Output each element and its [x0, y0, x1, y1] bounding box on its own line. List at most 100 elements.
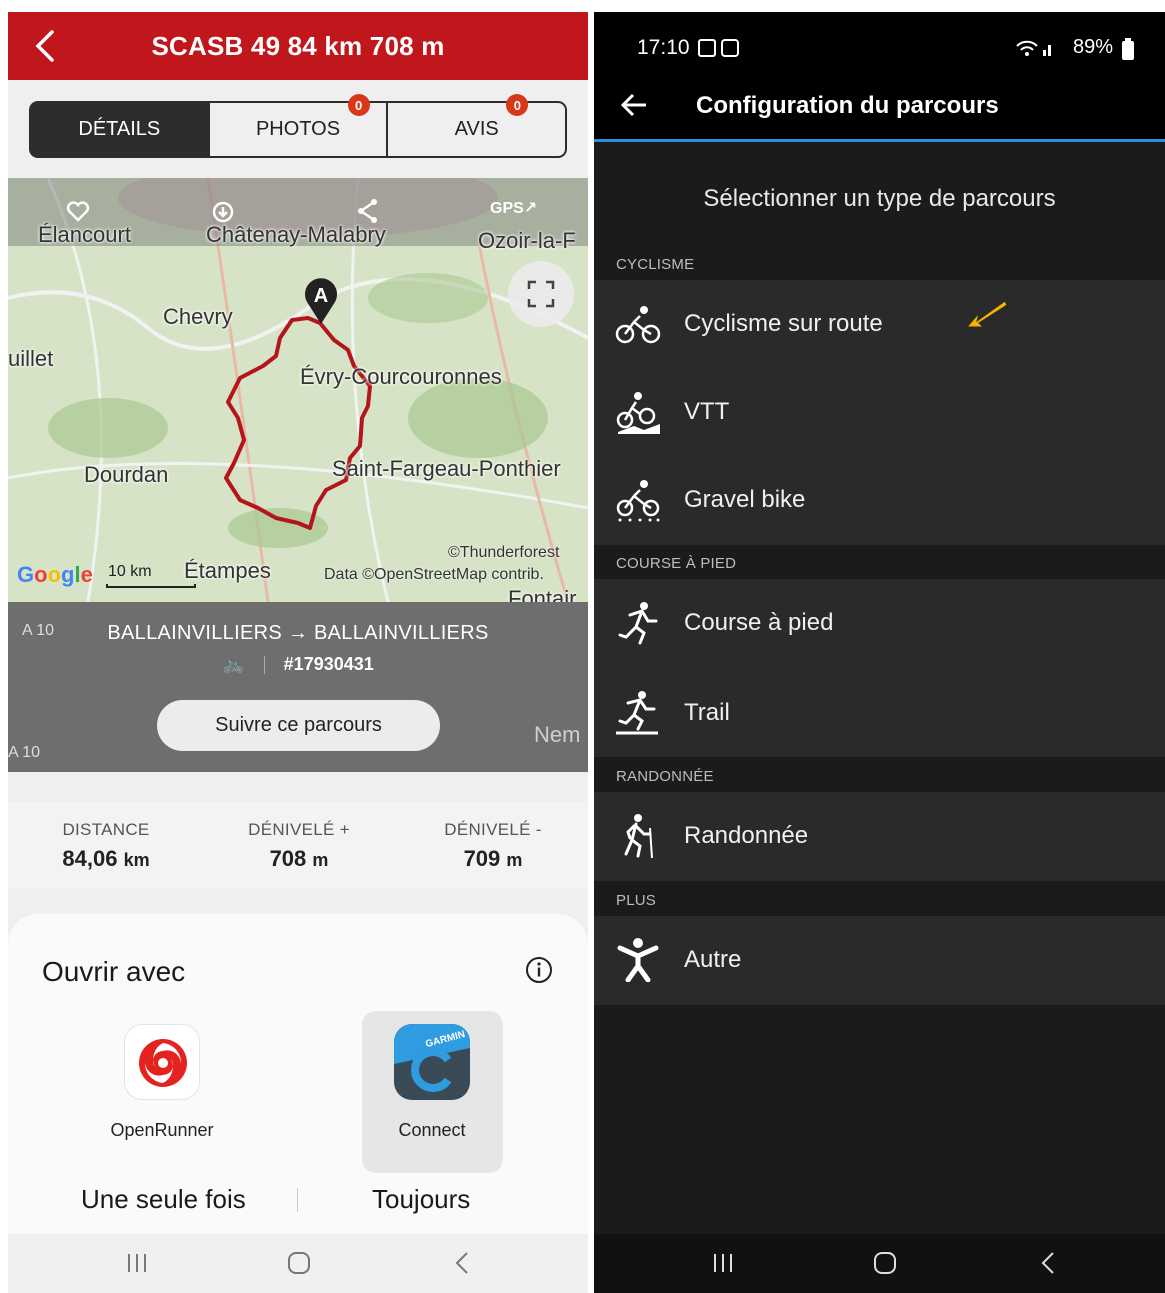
map-attribution-tiles: ©Thunderforest	[448, 544, 560, 561]
info-icon[interactable]	[525, 956, 553, 984]
home-icon[interactable]	[287, 1251, 311, 1275]
back-icon[interactable]	[1040, 1251, 1056, 1275]
start-marker-icon[interactable]: A	[303, 276, 339, 326]
recent-apps-icon[interactable]	[712, 1252, 734, 1274]
fullscreen-button[interactable]	[508, 261, 574, 327]
map-scale-bar	[106, 584, 196, 588]
choice-divider	[297, 1188, 298, 1212]
tab-photos[interactable]: PHOTOS 0	[207, 94, 387, 156]
start-marker-label: A	[314, 285, 328, 307]
always-button[interactable]: Toujours	[372, 1184, 470, 1215]
page-title: Configuration du parcours	[696, 92, 999, 119]
section-more-list: Autre	[594, 916, 1165, 1005]
map-label: Dourdan	[84, 462, 169, 487]
app-name: Connect	[398, 1120, 466, 1140]
course-type-road-cycling[interactable]: Cyclisme sur route	[594, 280, 1165, 368]
openrunner-screen: SCASB 49 84 km 708 m DÉTAILS PHOTOS 0 AVI…	[8, 12, 588, 1293]
section-hiking: RANDONNÉE	[616, 768, 714, 785]
battery-icon	[1122, 38, 1134, 60]
bike-icon: 🚲	[222, 654, 245, 674]
course-type-gravel[interactable]: Gravel bike	[594, 456, 1165, 544]
map-scale-label: 10 km	[108, 563, 152, 580]
android-nav-bar	[8, 1234, 588, 1293]
map-label: Nem	[534, 722, 581, 747]
road-label: A 10	[8, 744, 41, 761]
section-running-list: Course à pied Trail	[594, 579, 1165, 757]
map-label: Fontair	[508, 586, 577, 602]
route-summary: A 10 A 10 Nem BALLAINVILLIERS → BALLAINV…	[8, 602, 588, 772]
just-once-button[interactable]: Une seule fois	[81, 1184, 246, 1215]
stat-elevation-loss: DÉNIVELÉ - 709 m	[444, 820, 542, 871]
google-logo: Google	[17, 562, 93, 587]
external-arrow-icon: ↗	[523, 200, 538, 217]
section-hiking-list: Randonnée	[594, 792, 1165, 881]
photos-count-badge: 0	[347, 94, 370, 116]
tab-bar: DÉTAILS PHOTOS 0 AVIS 0	[29, 94, 567, 158]
tab-reviews[interactable]: AVIS 0	[386, 94, 565, 156]
openrunner-logo-icon	[124, 1024, 200, 1100]
route-id: #17930431	[283, 654, 374, 674]
section-more: PLUS	[616, 892, 656, 909]
tab-details[interactable]: DÉTAILS	[31, 103, 208, 156]
page-subtitle: Sélectionner un type de parcours	[703, 185, 1056, 212]
stat-distance: DISTANCE 84,06 km	[62, 820, 150, 871]
mountain-bike-icon	[616, 392, 660, 434]
gallery-notification-icon	[698, 39, 716, 57]
status-bar: 17:10 89%	[594, 12, 1165, 72]
follow-route-button[interactable]: Suivre ce parcours	[157, 700, 440, 751]
garmin-course-screen: 17:10 89% Configuration du parcours Séle…	[594, 12, 1165, 1293]
clock: 17:10	[637, 36, 690, 59]
map-label: Ozoir-la-F	[478, 228, 576, 253]
pointer-arrow-icon	[965, 300, 1008, 328]
share-icon[interactable]	[356, 198, 380, 224]
back-icon[interactable]	[454, 1251, 470, 1275]
map-label: Châtenay-Malabry	[206, 222, 386, 247]
route-endpoints: BALLAINVILLIERS → BALLAINVILLIERS	[107, 622, 489, 644]
sheet-title: Ouvrir avec	[42, 956, 186, 987]
running-icon	[618, 602, 658, 645]
reviews-count-badge: 0	[506, 94, 529, 116]
section-cycling-list: Cyclisme sur route VTT Gravel bike	[594, 280, 1165, 545]
download-icon[interactable]	[211, 200, 235, 224]
heart-icon[interactable]	[66, 200, 90, 222]
map-label: Élancourt	[38, 222, 131, 247]
back-arrow-icon[interactable]	[620, 92, 648, 118]
course-type-running[interactable]: Course à pied	[594, 579, 1165, 667]
stat-elevation-gain: DÉNIVELÉ + 708 m	[248, 820, 350, 871]
expand-icon	[527, 280, 555, 308]
recent-apps-icon[interactable]	[126, 1252, 148, 1274]
route-header: SCASB 49 84 km 708 m	[8, 12, 588, 80]
garmin-connect-logo-icon: GARMIN	[394, 1024, 470, 1100]
map-label: Étampes	[184, 558, 271, 583]
route-stats: DISTANCE 84,06 km DÉNIVELÉ + 708 m DÉNIV…	[8, 802, 588, 888]
home-icon[interactable]	[873, 1251, 897, 1275]
app-notification-icon	[721, 39, 739, 57]
wifi-signal-icon	[1016, 40, 1051, 56]
section-running: COURSE À PIED	[616, 555, 737, 572]
course-type-other[interactable]: Autre	[594, 916, 1165, 1004]
map-label: Saint-Fargeau-Ponthier	[332, 456, 561, 481]
gravel-bike-icon	[616, 480, 660, 522]
course-type-hiking[interactable]: Randonnée	[594, 792, 1165, 880]
map-attribution-data: Data ©OpenStreetMap contrib.	[324, 566, 544, 583]
course-type-mtb[interactable]: VTT	[594, 368, 1165, 456]
hiking-icon	[624, 814, 653, 858]
route-title: SCASB 49 84 km 708 m	[151, 31, 445, 61]
battery-level: 89%	[1072, 36, 1113, 58]
app-name: OpenRunner	[110, 1120, 214, 1140]
map-label: Chevry	[163, 304, 233, 329]
route-map[interactable]: GPS↗ Élancourt Châtenay-Malabry Ozoir-la…	[8, 178, 588, 602]
app-garmin-connect[interactable]: GARMIN Connect	[372, 1024, 492, 1141]
section-cycling: CYCLISME	[616, 256, 695, 273]
open-with-sheet: Ouvrir avec OpenRunner GARMIN Connect Un…	[8, 914, 588, 1234]
map-label: uillet	[8, 346, 54, 371]
app-openrunner[interactable]: OpenRunner	[102, 1024, 222, 1141]
route-meta: 🚲 #17930431	[8, 654, 588, 675]
course-type-trail[interactable]: Trail	[594, 669, 1165, 757]
app-bar: Configuration du parcours	[594, 72, 1165, 142]
gps-button[interactable]: GPS↗	[490, 198, 537, 218]
road-bike-icon	[615, 306, 661, 344]
android-nav-bar	[594, 1234, 1165, 1293]
other-activity-icon	[617, 938, 659, 982]
map-label: Évry-Courcouronnes	[300, 364, 502, 389]
